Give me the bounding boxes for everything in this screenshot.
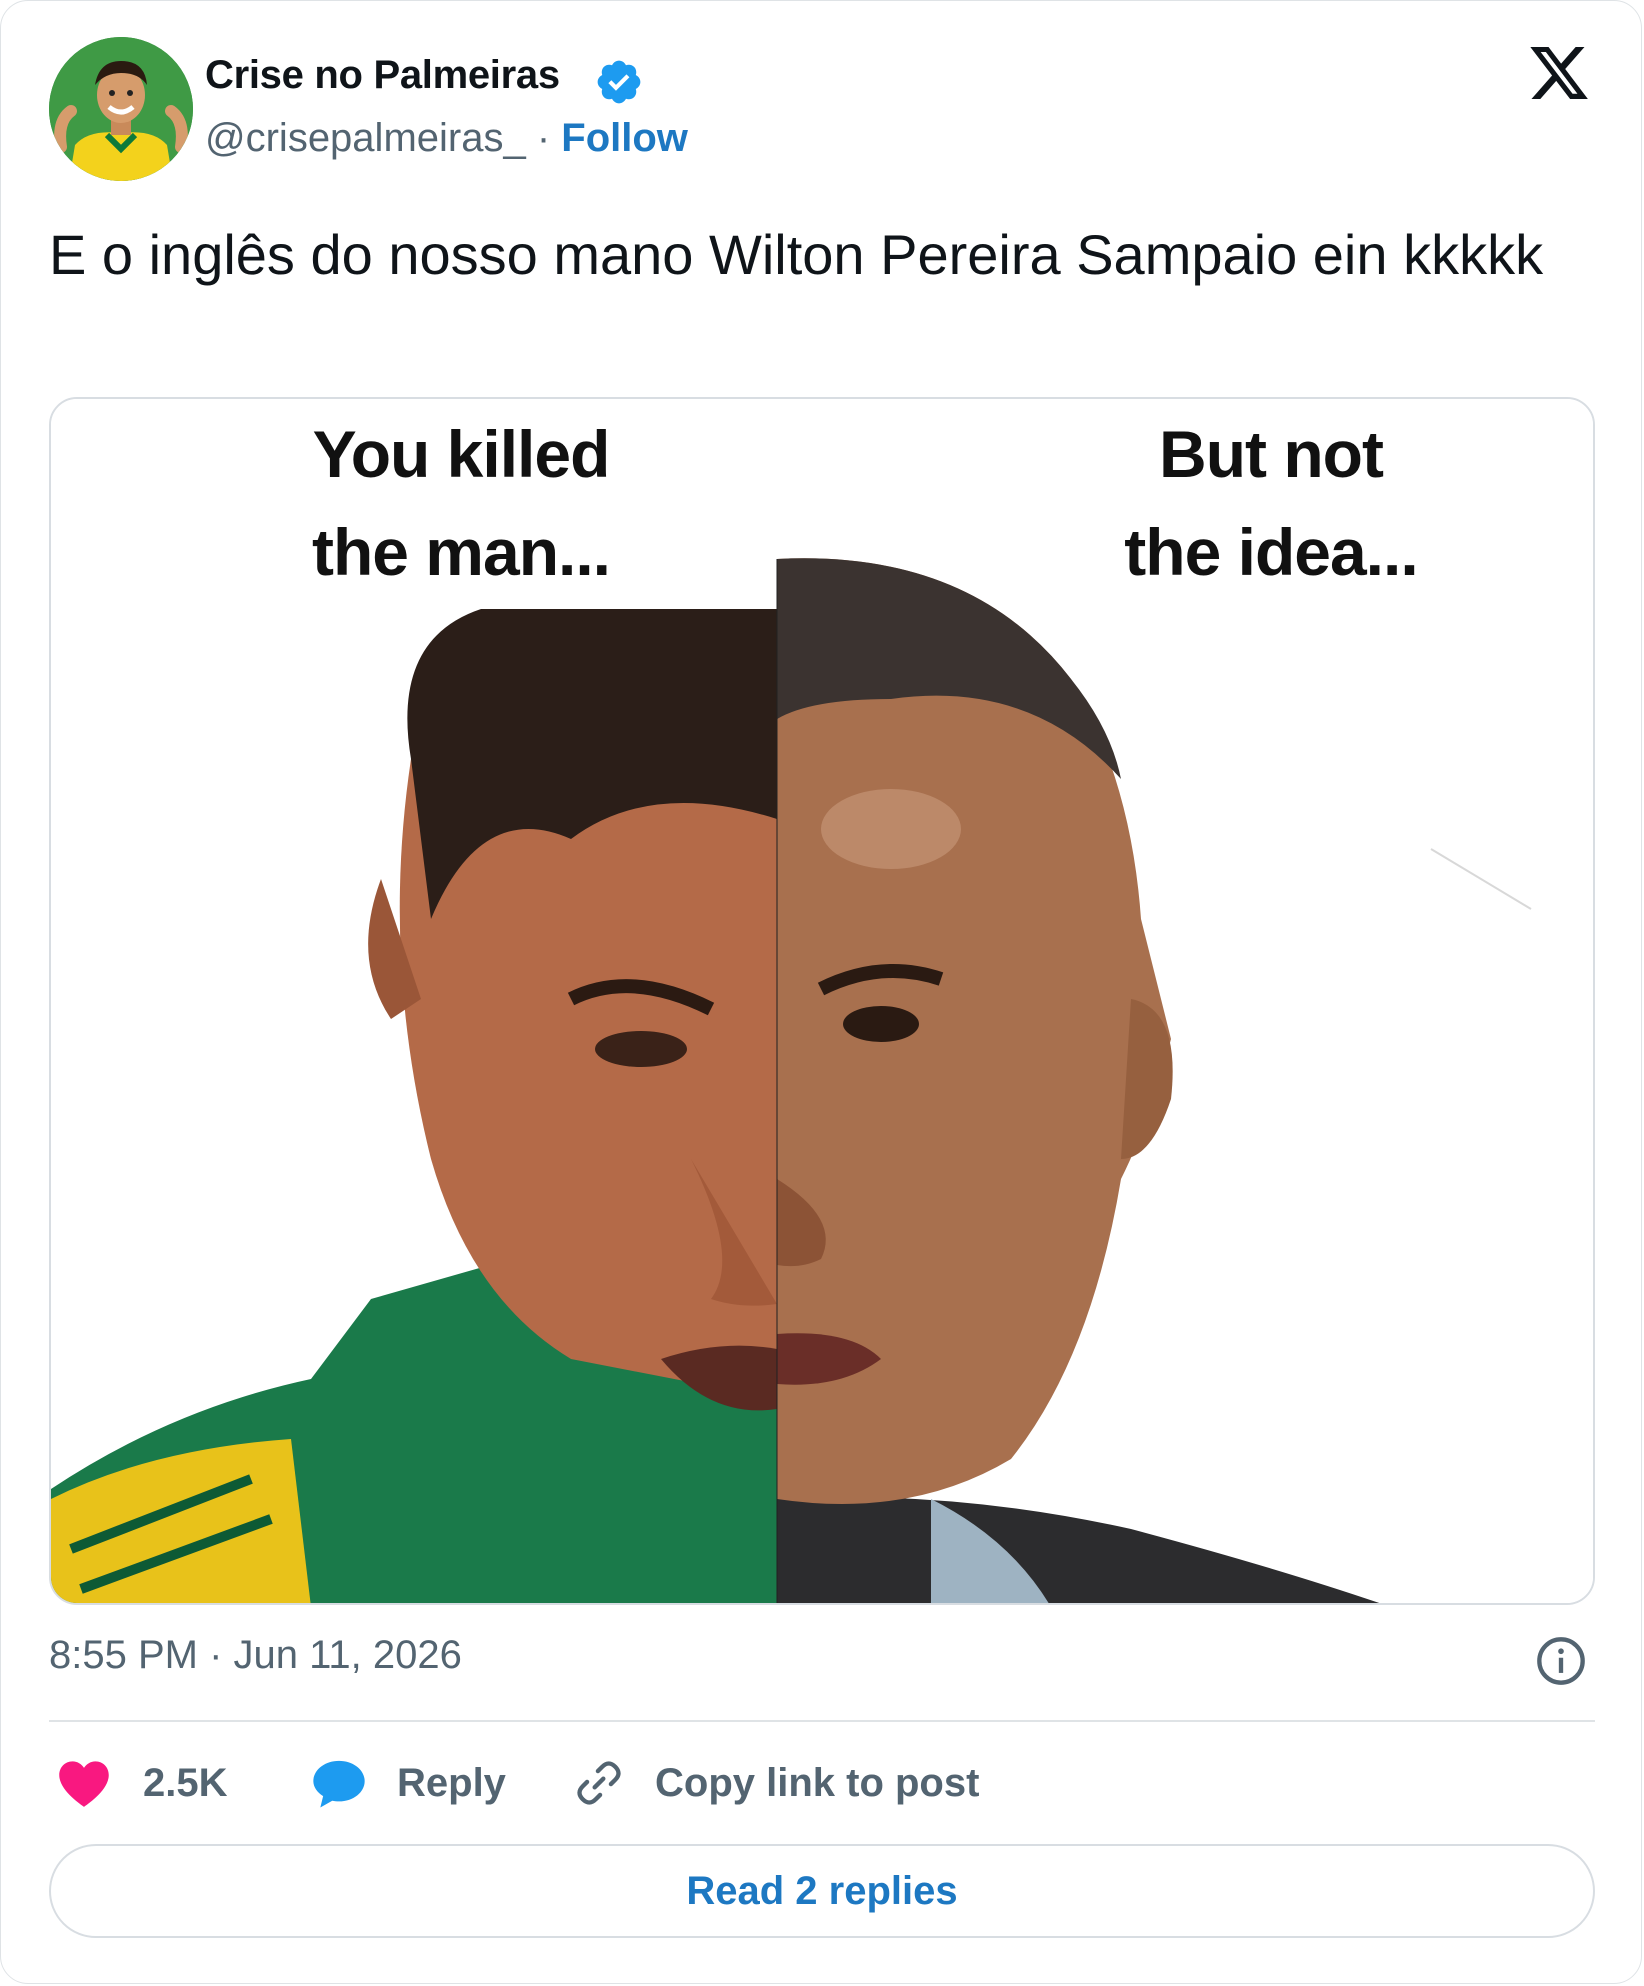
author-avatar[interactable]	[49, 37, 193, 181]
meme-caption-left-line2: the man...	[311, 515, 611, 589]
meme-caption-left-line1: You killed	[312, 417, 611, 491]
reply-action[interactable]: Reply	[311, 1753, 506, 1813]
author-handle-row: @crisepalmeiras_ · Follow	[205, 116, 688, 161]
heart-icon	[59, 1761, 109, 1807]
reply-label: Reply	[397, 1760, 506, 1805]
tweet-media-image[interactable]: You killed the man... But not the idea..…	[49, 397, 1595, 1605]
speech-bubble-icon	[313, 1760, 365, 1808]
meme-caption-right-line2: the idea...	[1124, 515, 1418, 589]
copy-link-label: Copy link to post	[655, 1760, 980, 1805]
meme-caption-right-line1: But not	[1159, 417, 1384, 491]
meme-caption-left: You killed the man...	[231, 405, 691, 601]
read-replies-label: Read 2 replies	[686, 1868, 958, 1913]
meme-caption-right: But not the idea...	[1041, 405, 1501, 601]
read-replies-button[interactable]: Read 2 replies	[49, 1844, 1595, 1938]
follow-link[interactable]: Follow	[561, 116, 688, 160]
separator-dot: ·	[536, 116, 551, 160]
x-logo-icon[interactable]	[1525, 41, 1593, 105]
like-action[interactable]: 2.5K	[57, 1753, 228, 1813]
tweet-timestamp[interactable]: 8:55 PM · Jun 11, 2026	[49, 1633, 462, 1678]
tweet-text: E o inglês do nosso mano Wilton Pereira …	[49, 223, 1544, 286]
author-handle[interactable]: @crisepalmeiras_	[205, 116, 526, 160]
author-name[interactable]: Crise no Palmeiras	[205, 53, 560, 98]
like-count: 2.5K	[143, 1760, 228, 1805]
verified-badge-icon	[597, 60, 641, 104]
tweet-card: Crise no Palmeiras @crisepalmeiras_ · Fo…	[0, 0, 1642, 1984]
divider	[49, 1720, 1595, 1722]
link-icon	[577, 1761, 621, 1805]
info-icon[interactable]	[1535, 1635, 1587, 1687]
copy-link-action[interactable]: Copy link to post	[573, 1753, 979, 1813]
